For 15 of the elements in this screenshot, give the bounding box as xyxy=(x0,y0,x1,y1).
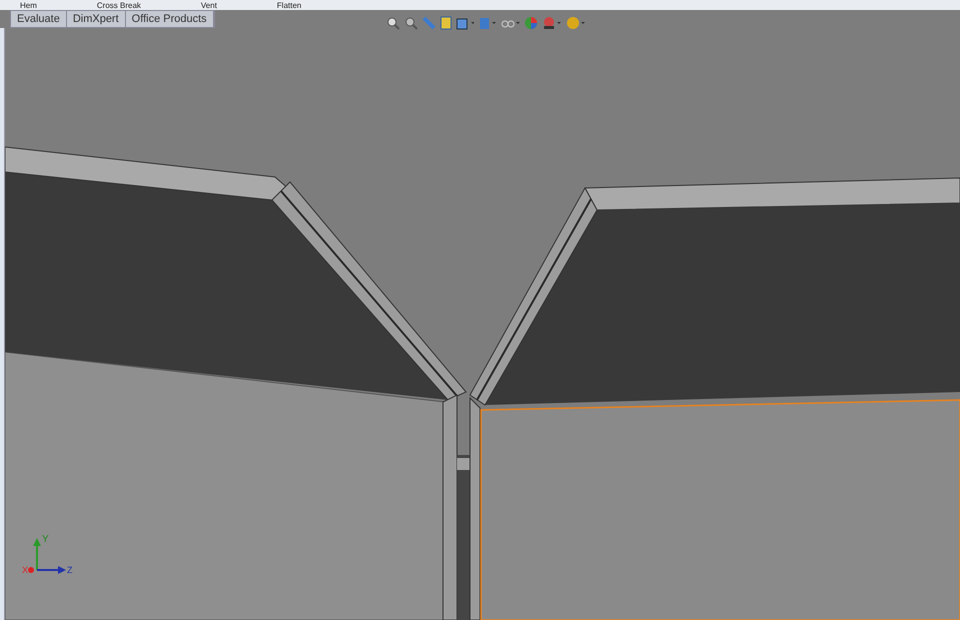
ribbon-command[interactable]: Cross Break xyxy=(96,0,141,10)
ribbon-command[interactable]: Vent xyxy=(200,0,217,10)
scene-icon[interactable] xyxy=(542,16,562,30)
section-view-icon[interactable] xyxy=(440,16,452,30)
ribbon-command[interactable]: Hem xyxy=(20,0,37,10)
cube-icon[interactable] xyxy=(456,16,474,30)
command-tab[interactable]: Evaluate xyxy=(11,11,67,27)
zoom-area-icon[interactable] xyxy=(404,16,418,30)
command-tab[interactable]: DimXpert xyxy=(66,11,126,27)
zoom-to-fit-icon[interactable] xyxy=(386,16,400,30)
axis-triad-drawing: Y X Z xyxy=(20,532,80,582)
command-tab[interactable]: Office Products xyxy=(126,11,214,27)
color-wheel-icon[interactable] xyxy=(524,16,538,30)
sphere-icon[interactable] xyxy=(566,16,586,30)
ribbon-command[interactable]: Flatten xyxy=(276,0,302,10)
